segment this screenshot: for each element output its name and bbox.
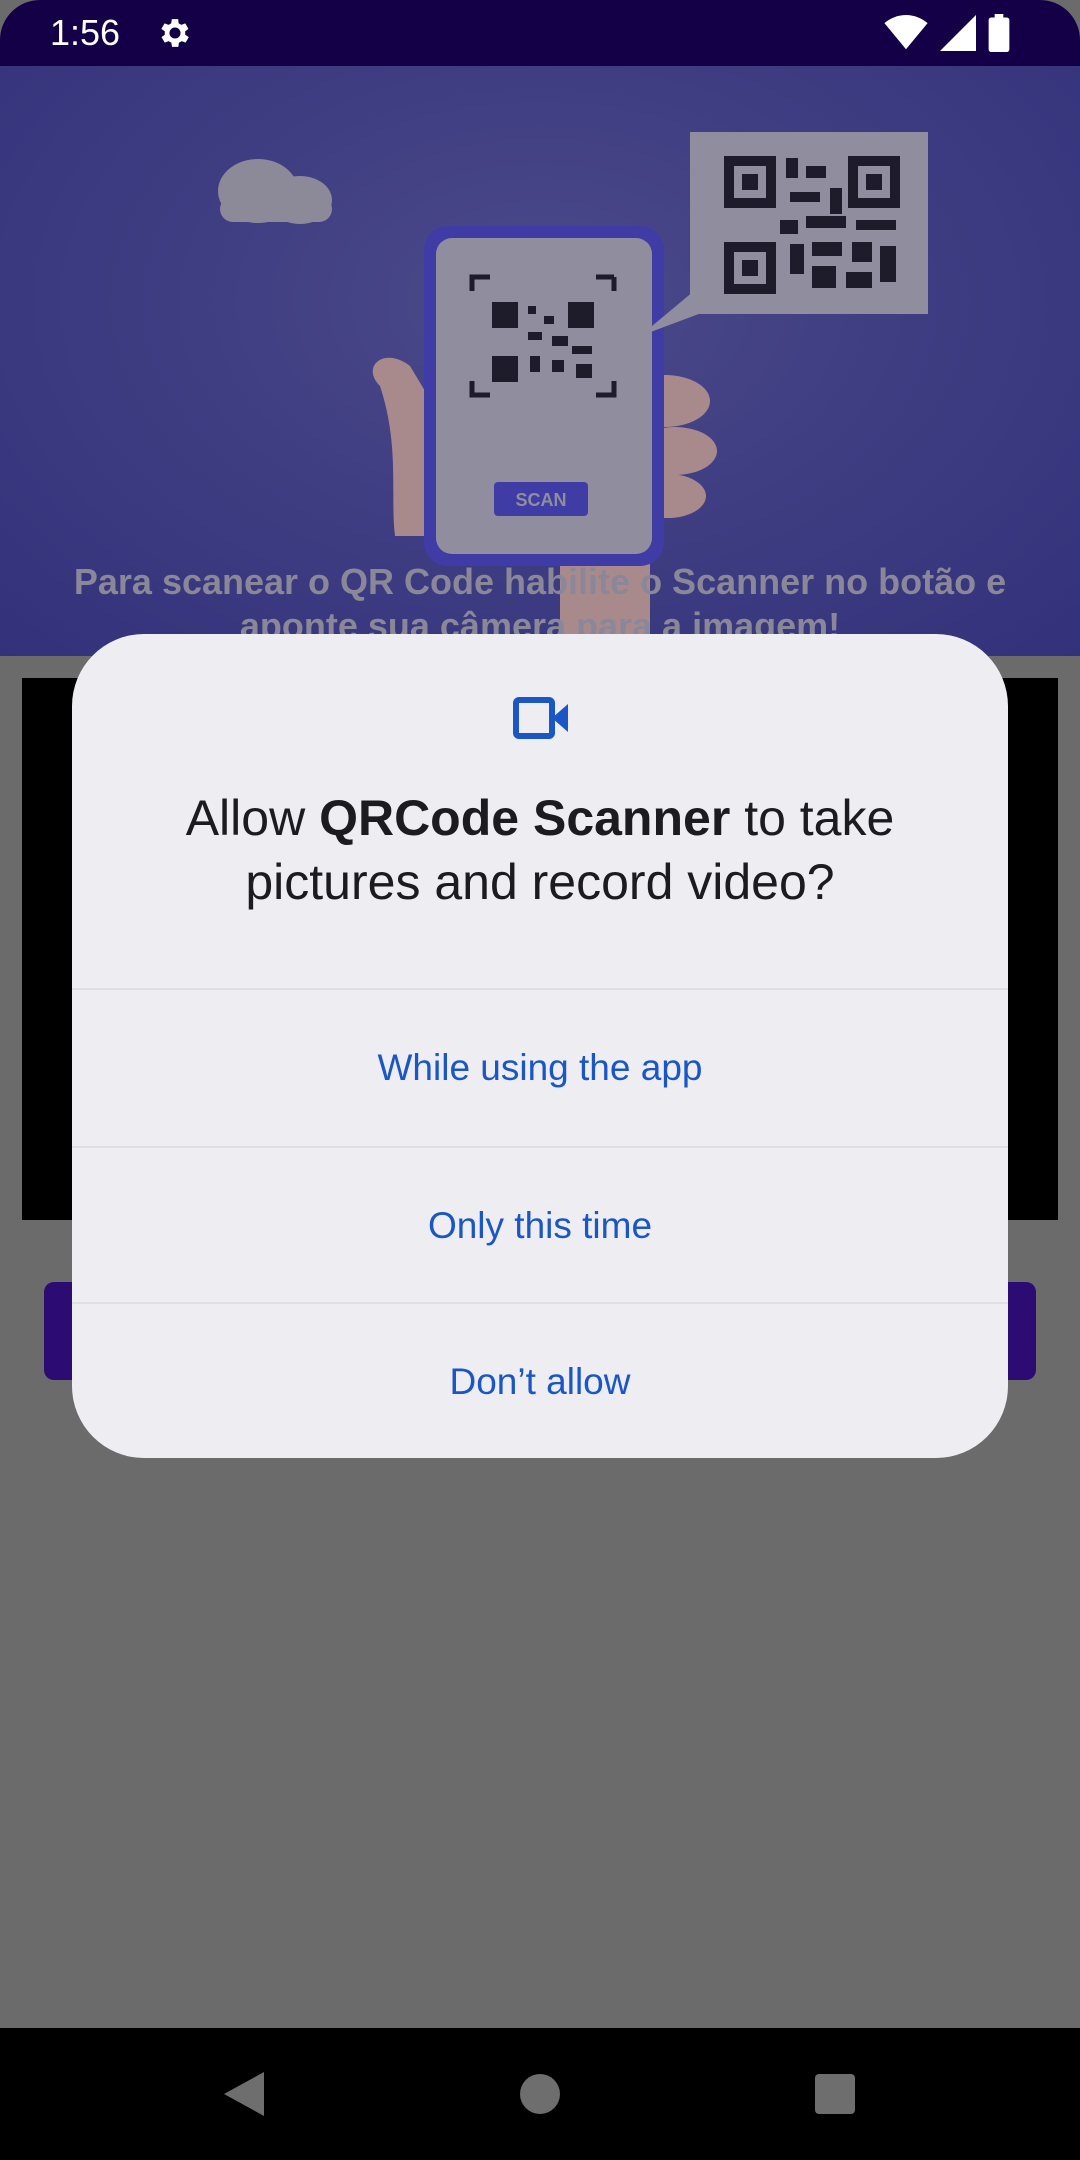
status-bar: 1:56 bbox=[0, 0, 1080, 66]
phone-illustration: SCAN bbox=[424, 226, 664, 566]
status-time: 1:56 bbox=[50, 12, 121, 53]
permission-dialog: Allow QRCode Scanner to take pictures an… bbox=[72, 634, 1008, 1458]
banner-illustration: SCAN Para scanear o QR Code habilite o S… bbox=[0, 66, 1080, 656]
back-icon[interactable] bbox=[222, 2070, 266, 2118]
battery-icon bbox=[988, 14, 1010, 52]
dialog-title: Allow QRCode Scanner to take pictures an… bbox=[112, 786, 968, 914]
videocam-icon bbox=[513, 697, 568, 739]
gear-icon bbox=[161, 19, 189, 47]
recents-icon[interactable] bbox=[815, 2074, 855, 2114]
qr-bubble-illustration bbox=[640, 132, 928, 336]
dialog-app-name: QRCode Scanner bbox=[319, 790, 731, 846]
phone-scan-label: SCAN bbox=[515, 490, 566, 510]
dialog-title-prefix: Allow bbox=[185, 790, 320, 846]
dont-allow-button[interactable]: Don’t allow bbox=[72, 1304, 1008, 1458]
only-this-time-button[interactable]: Only this time bbox=[72, 1148, 1008, 1304]
cloud-icon bbox=[218, 159, 332, 224]
while-using-app-button[interactable]: While using the app bbox=[72, 990, 1008, 1146]
home-icon[interactable] bbox=[520, 2074, 560, 2114]
signal-icon bbox=[940, 15, 976, 51]
wifi-icon bbox=[884, 15, 928, 50]
